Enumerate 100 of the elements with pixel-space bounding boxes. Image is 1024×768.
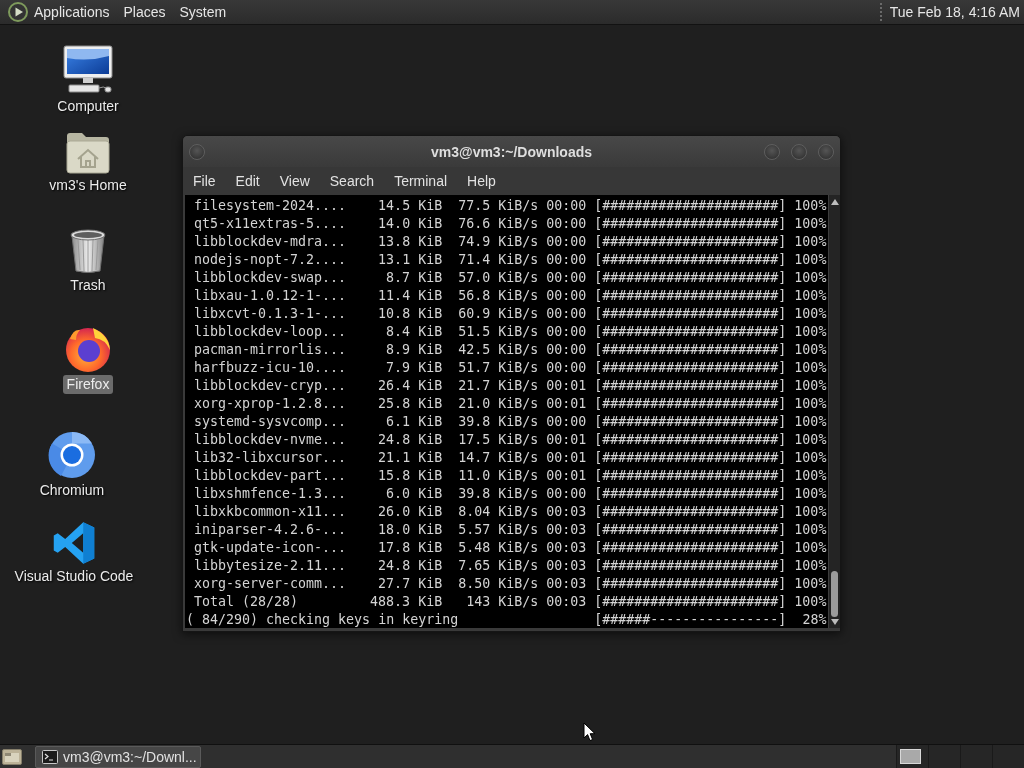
- transfer-rate: 11.0 KiB/s: [458, 467, 539, 485]
- elapsed-time: 00:00: [546, 485, 587, 503]
- elapsed-time: 00:03: [546, 593, 587, 611]
- elapsed-time: 00:03: [546, 575, 587, 593]
- transfer-rate: 21.7 KiB/s: [458, 377, 539, 395]
- download-size: 17.8 KiB: [378, 539, 443, 557]
- trash-can-icon[interactable]: [69, 228, 107, 274]
- transfer-rate: 7.65 KiB/s: [458, 557, 539, 575]
- package-name: libxshmfence-1.3...: [194, 485, 347, 503]
- elapsed-time: 00:00: [546, 287, 587, 305]
- transfer-rate: 5.48 KiB/s: [458, 539, 539, 557]
- transfer-rate: 60.9 KiB/s: [458, 305, 539, 323]
- download-size: 8.4 KiB: [386, 323, 443, 341]
- progress-bar-text: [######################]: [594, 503, 787, 521]
- menu-item[interactable]: Edit: [225, 169, 270, 193]
- transfer-rate: 143 KiB/s: [466, 593, 539, 611]
- transfer-rate: 74.9 KiB/s: [458, 233, 539, 251]
- download-size: 14.0 KiB: [378, 215, 443, 233]
- progress-bar-text: [######################]: [594, 539, 787, 557]
- package-name: libblockdev-part...: [194, 467, 347, 485]
- elapsed-time: 00:01: [546, 449, 587, 467]
- elapsed-time: 00:00: [546, 359, 587, 377]
- desktop-icon-label[interactable]: Trash: [66, 276, 110, 295]
- scrollbar[interactable]: [828, 195, 840, 628]
- percent-text: 100%: [794, 269, 827, 287]
- menu-item[interactable]: File: [183, 169, 226, 193]
- download-size: 24.8 KiB: [378, 557, 443, 575]
- download-size: 27.7 KiB: [378, 575, 443, 593]
- elapsed-time: 00:00: [546, 215, 587, 233]
- desktop-icon-label[interactable]: vm3's Home: [45, 176, 131, 195]
- show-desktop-icon[interactable]: [2, 748, 22, 765]
- menu-item[interactable]: Search: [319, 169, 385, 193]
- menu-item[interactable]: Terminal: [384, 169, 458, 193]
- monitor-icon[interactable]: [63, 45, 113, 95]
- percent-text: 100%: [794, 287, 827, 305]
- transfer-rate: 17.5 KiB/s: [458, 431, 539, 449]
- elapsed-time: 00:00: [546, 251, 587, 269]
- home-folder-icon[interactable]: [65, 130, 111, 174]
- package-name: xorg-xprop-1.2.8...: [194, 395, 347, 413]
- download-size: 13.1 KiB: [378, 251, 443, 269]
- progress-bar-text: [######----------------]: [594, 611, 787, 628]
- percent-text: 100%: [794, 413, 827, 431]
- percent-text: 100%: [794, 395, 827, 413]
- menu-button[interactable]: Places: [116, 1, 173, 23]
- progress-bar-text: [######################]: [594, 251, 787, 269]
- progress-bar-text: [######################]: [594, 467, 787, 485]
- package-name: Total (28/28): [194, 593, 299, 611]
- desktop-icon-label[interactable]: Firefox: [62, 375, 114, 394]
- percent-text: 100%: [794, 557, 827, 575]
- download-size: 7.9 KiB: [386, 359, 443, 377]
- download-size: 18.0 KiB: [378, 521, 443, 539]
- ribbon-icon[interactable]: [52, 521, 96, 565]
- taskbar-button[interactable]: vm3@vm3:~/Downl...: [35, 745, 201, 768]
- download-size: 11.4 KiB: [378, 287, 443, 305]
- percent-text: 100%: [794, 431, 827, 449]
- download-size: 26.4 KiB: [378, 377, 443, 395]
- scrollbar-thumb[interactable]: [831, 571, 838, 617]
- download-size: 13.8 KiB: [378, 233, 443, 251]
- scroll-up-arrow-icon[interactable]: [830, 199, 839, 205]
- elapsed-time: 00:01: [546, 395, 587, 413]
- workspace[interactable]: [896, 745, 928, 768]
- scroll-down-arrow-icon[interactable]: [830, 619, 839, 625]
- package-name: xorg-server-comm...: [194, 575, 347, 593]
- clock[interactable]: Tue Feb 18, 4:16 AM: [889, 4, 1020, 20]
- package-name: pacman-mirrorlis...: [194, 341, 347, 359]
- percent-text: 100%: [794, 485, 827, 503]
- transfer-rate: 8.50 KiB/s: [458, 575, 539, 593]
- percent-text: 100%: [794, 233, 827, 251]
- menu-button[interactable]: Applications: [4, 1, 117, 23]
- menu-item[interactable]: Help: [457, 169, 506, 193]
- desktop-icon-label[interactable]: Visual Studio Code: [10, 567, 138, 586]
- progress-bar-text: [######################]: [594, 395, 787, 413]
- package-name: harfbuzz-icu-10....: [194, 359, 347, 377]
- progress-bar-text: [######################]: [594, 197, 787, 215]
- package-name: qt5-x11extras-5....: [194, 215, 347, 233]
- progress-bar-text: [######################]: [594, 305, 787, 323]
- progress-bar-text: [######################]: [594, 485, 787, 503]
- transfer-rate: 76.6 KiB/s: [458, 215, 539, 233]
- elapsed-time: 00:01: [546, 377, 587, 395]
- ring-icon[interactable]: [48, 431, 96, 479]
- menu-item[interactable]: View: [269, 169, 320, 193]
- package-name: libblockdev-loop...: [194, 323, 347, 341]
- percent-text: 100%: [794, 593, 827, 611]
- flame-globe-icon[interactable]: [64, 325, 112, 373]
- percent-text: 100%: [794, 467, 827, 485]
- elapsed-time: 00:00: [546, 413, 587, 431]
- package-name: libblockdev-nvme...: [194, 431, 347, 449]
- desktop-icon-label[interactable]: Chromium: [35, 481, 109, 500]
- package-name: libblockdev-mdra...: [194, 233, 347, 251]
- progress-bar-text: [######################]: [594, 575, 787, 593]
- percent-text: 100%: [794, 323, 827, 341]
- package-name: libbytesize-2.11...: [194, 557, 347, 575]
- percent-text: 100%: [794, 377, 827, 395]
- desktop-icon-label[interactable]: Computer: [53, 97, 123, 116]
- progress-bar-text: [######################]: [594, 323, 787, 341]
- percent-text: 100%: [794, 521, 827, 539]
- menu-button[interactable]: System: [172, 1, 234, 23]
- download-size: 10.8 KiB: [378, 305, 443, 323]
- percent-text: 100%: [794, 449, 827, 467]
- transfer-rate: 42.5 KiB/s: [458, 341, 539, 359]
